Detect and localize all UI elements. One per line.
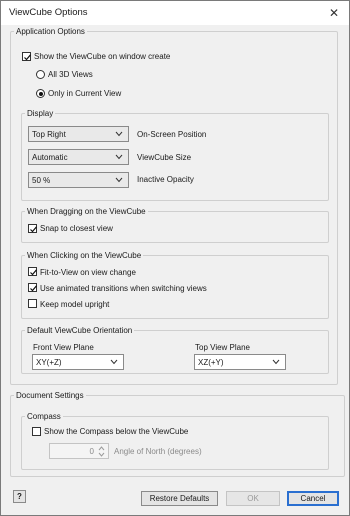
application-options-legend: Application Options [16,27,85,36]
animated-transitions-label: Use animated transitions when switching … [40,284,207,293]
chevron-down-icon [115,177,123,183]
window-title: ViewCube Options [9,7,88,18]
viewcube-size-value: Automatic [32,153,68,162]
top-view-plane-value: XZ(+Y) [198,358,224,367]
title-bar: ViewCube Options ✕ [1,1,349,25]
front-view-plane-value: XY(+Z) [36,358,62,367]
viewcube-options-dialog: ViewCube Options ✕ Application Options S… [0,0,350,516]
fit-to-view-label: Fit-to-View on view change [40,268,136,277]
inactive-opacity-value: 50 % [32,176,51,185]
display-legend: Display [27,109,54,118]
checkmark-icon [30,269,37,276]
viewcube-size-label: ViewCube Size [137,153,192,162]
all-3d-views-label: All 3D Views [48,70,93,79]
angle-of-north-value: 0 [89,447,94,456]
on-screen-position-dropdown[interactable]: Top Right [28,126,129,142]
restore-defaults-button[interactable]: Restore Defaults [141,491,218,506]
compass-group: Compass [21,412,329,470]
top-view-plane-label: Top View Plane [195,343,250,352]
keep-model-upright-checkbox[interactable] [28,299,37,308]
inactive-opacity-label: Inactive Opacity [137,175,194,184]
only-current-view-label: Only in Current View [48,89,122,98]
cancel-button[interactable]: Cancel [287,491,339,506]
spin-arrows-icon [98,446,105,457]
angle-of-north-label: Angle of North (degrees) [114,447,202,456]
on-screen-position-value: Top Right [32,130,66,139]
all-3d-views-radio[interactable] [36,70,45,79]
checkmark-icon [30,226,37,233]
angle-of-north-stepper[interactable]: 0 [49,443,109,459]
close-icon[interactable]: ✕ [325,4,343,22]
inactive-opacity-dropdown[interactable]: 50 % [28,172,129,188]
show-viewcube-label: Show the ViewCube on window create [34,52,171,61]
show-compass-checkbox[interactable] [32,427,41,436]
chevron-down-icon [115,154,123,160]
top-view-plane-dropdown[interactable]: XZ(+Y) [194,354,286,370]
animated-transitions-checkbox[interactable] [28,283,37,292]
dragging-legend: When Dragging on the ViewCube [27,207,146,216]
clicking-legend: When Clicking on the ViewCube [27,251,142,260]
viewcube-size-dropdown[interactable]: Automatic [28,149,129,165]
snap-to-closest-view-label: Snap to closest view [40,224,113,233]
snap-to-closest-view-checkbox[interactable] [28,224,37,233]
orientation-legend: Default ViewCube Orientation [27,326,133,335]
keep-model-upright-label: Keep model upright [40,300,110,309]
front-view-plane-dropdown[interactable]: XY(+Z) [32,354,124,370]
compass-legend: Compass [27,412,61,421]
fit-to-view-checkbox[interactable] [28,267,37,276]
chevron-down-icon [110,359,118,365]
front-view-plane-label: Front View Plane [33,343,94,352]
ok-button[interactable]: OK [226,491,280,506]
help-icon[interactable]: ? [13,490,26,503]
only-current-view-radio[interactable] [36,89,45,98]
checkmark-icon [24,54,31,61]
checkmark-icon [30,285,37,292]
document-settings-legend: Document Settings [16,391,84,400]
chevron-down-icon [115,131,123,137]
on-screen-position-label: On-Screen Position [137,130,207,139]
show-viewcube-checkbox[interactable] [22,52,31,61]
show-compass-label: Show the Compass below the ViewCube [44,427,189,436]
chevron-down-icon [272,359,280,365]
